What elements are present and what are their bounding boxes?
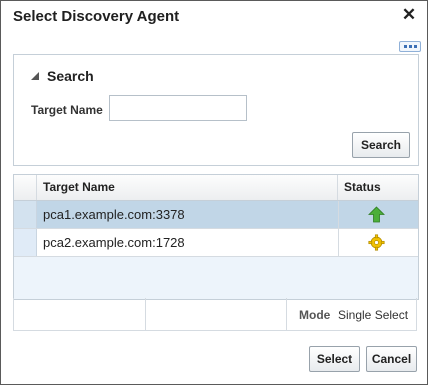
column-header-status[interactable]: Status bbox=[338, 175, 418, 200]
column-divider bbox=[338, 201, 339, 228]
row-selector-header bbox=[14, 175, 37, 200]
table-row[interactable]: pca1.example.com:3378 bbox=[14, 201, 418, 229]
target-name-cell: pca1.example.com:3378 bbox=[43, 207, 185, 222]
status-up-arrow-icon bbox=[368, 206, 385, 223]
mode-label: Mode bbox=[299, 308, 331, 322]
agents-table: Target Name Status pca1.example.com:3378… bbox=[13, 174, 419, 300]
column-divider bbox=[338, 229, 339, 256]
dialog-title: Select Discovery Agent bbox=[13, 8, 180, 25]
row-selector[interactable] bbox=[14, 229, 37, 256]
target-name-cell: pca2.example.com:1728 bbox=[43, 235, 185, 250]
column-header-target-name[interactable]: Target Name bbox=[37, 175, 338, 200]
target-name-label: Target Name bbox=[31, 103, 103, 117]
status-pending-gear-icon bbox=[368, 234, 385, 251]
table-footer: Mode Single Select bbox=[13, 298, 417, 331]
mode-value: Single Select bbox=[338, 308, 409, 322]
dot bbox=[408, 45, 412, 48]
select-button[interactable]: Select bbox=[309, 346, 360, 372]
search-header[interactable]: Search bbox=[31, 68, 94, 84]
dialog-titlebar: Select Discovery Agent ✕ bbox=[1, 1, 427, 33]
table-row[interactable]: pca2.example.com:1728 bbox=[14, 229, 418, 257]
table-header: Target Name Status bbox=[14, 175, 418, 201]
search-button[interactable]: Search bbox=[352, 132, 410, 158]
footer-divider bbox=[286, 298, 287, 330]
row-selector[interactable] bbox=[14, 201, 37, 228]
dot bbox=[413, 45, 417, 48]
expanded-triangle-icon[interactable] bbox=[31, 72, 39, 80]
footer-divider bbox=[145, 298, 146, 330]
search-heading: Search bbox=[47, 68, 94, 84]
more-options-icon[interactable] bbox=[399, 41, 421, 52]
select-discovery-agent-dialog: Select Discovery Agent ✕ Search Target N… bbox=[0, 0, 428, 385]
search-panel: Search Target Name Search bbox=[13, 54, 419, 166]
cancel-button[interactable]: Cancel bbox=[366, 346, 417, 372]
target-name-input[interactable] bbox=[109, 95, 247, 121]
dot bbox=[403, 45, 407, 48]
close-icon[interactable]: ✕ bbox=[400, 6, 418, 24]
